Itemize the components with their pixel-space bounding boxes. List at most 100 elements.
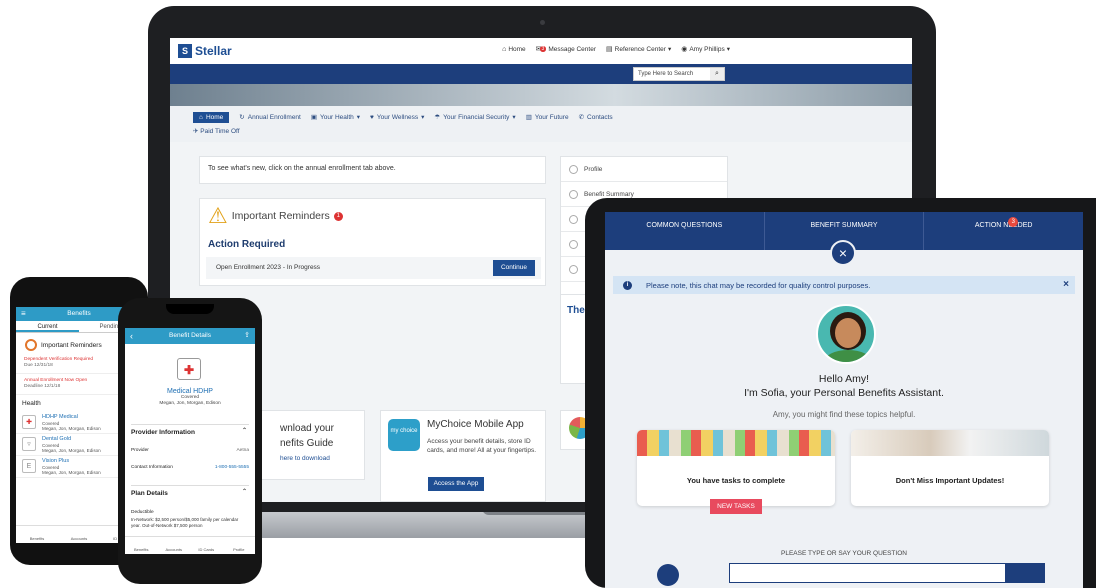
nav-your-wellness[interactable]: ♥ Your Wellness ▾ <box>370 113 424 122</box>
tab-action-needed[interactable]: ACTION NEEDED 3 <box>924 212 1083 250</box>
user-name: Amy Phillips <box>689 45 725 53</box>
search-box[interactable]: Type Here to Search ⌕ <box>633 67 725 81</box>
question-input[interactable] <box>729 563 1045 583</box>
tooth-icon: ▿ <box>22 437 36 451</box>
edit-icon <box>569 214 578 224</box>
reminder-title: Annual Enrollment Now Open <box>24 378 88 383</box>
tab-common-questions[interactable]: COMMON QUESTIONS <box>605 212 765 250</box>
plan-name: Medical HDHP <box>167 388 213 395</box>
nav-your-financial-security-label: Your Financial Security <box>443 113 510 121</box>
greeting-hello: Hello Amy! <box>818 373 870 385</box>
home-icon: ⌂ <box>199 113 203 121</box>
footer-accounts[interactable]: Accounts <box>58 526 100 543</box>
footer-benefits[interactable]: Benefits <box>125 537 158 554</box>
reference-center-link[interactable]: ▤ Reference Center ▾ <box>606 45 671 54</box>
tablet-screen: COMMON QUESTIONS BENEFIT SUMMARY ACTION … <box>605 212 1083 588</box>
message-center-link[interactable]: ✉ 3 Message Center <box>536 45 597 54</box>
reminders-card: ⚠ Important Reminders 1 Action Required … <box>199 198 546 286</box>
reference-center-label: Reference Center <box>614 45 666 53</box>
logo-icon: S <box>178 44 192 58</box>
nav-home[interactable]: ⌂ Home <box>193 111 230 123</box>
stellar-logo[interactable]: S Stellar <box>178 44 232 58</box>
recording-notice: i Please note, this chat may be recorded… <box>613 276 1075 294</box>
greeting-intro: I'm Sofia, your Personal Benefits Assist… <box>744 387 944 399</box>
plan-summary: Medical HDHP Covered Megan, Jon, Morgan,… <box>125 388 255 407</box>
nav-your-health-label: Your Health <box>320 113 354 121</box>
mychoice-app-icon: my choice <box>388 419 420 451</box>
contact-label: Contact Information <box>131 465 173 470</box>
nav-paid-time-off[interactable]: ✈ Paid Time Off <box>193 127 906 135</box>
nav-home-label: Home <box>205 113 224 121</box>
plan-details-section[interactable]: Plan Details <box>131 484 249 501</box>
footer-benefits[interactable]: Benefits <box>16 526 58 543</box>
laptop-camera <box>540 20 545 25</box>
nav-your-financial-security[interactable]: ☂ Your Financial Security ▾ <box>434 113 515 122</box>
home-icon: ⌂ <box>502 45 507 53</box>
assistant-avatar <box>816 304 876 364</box>
sticky-notes-image <box>637 430 835 456</box>
guide-download-link[interactable]: here to download <box>280 455 356 463</box>
access-app-button[interactable]: Access the App <box>428 477 484 491</box>
question-prompt: PLEASE TYPE OR SAY YOUR QUESTION <box>781 550 907 557</box>
menu-icon[interactable]: ≡ <box>21 307 26 321</box>
send-button[interactable] <box>1005 563 1045 583</box>
reminders-badge: 1 <box>333 211 343 221</box>
greeting: Hello Amy! I'm Sofia, your Personal Bene… <box>605 372 1083 400</box>
phone-notch <box>166 304 214 314</box>
footer-accounts[interactable]: Accounts <box>158 537 191 554</box>
nav-your-wellness-label: Your Wellness <box>376 113 419 121</box>
sidebar-item-profile[interactable]: Profile <box>561 157 727 182</box>
alarm-clock-icon <box>25 339 37 351</box>
file-icon <box>569 264 578 274</box>
search-input[interactable]: Type Here to Search <box>634 71 710 77</box>
footer-profile[interactable]: Profile <box>223 537 256 554</box>
nav-your-future[interactable]: ▥ Your Future <box>526 113 569 122</box>
medical-kit-icon: ✚ <box>177 358 201 380</box>
open-enrollment-row: Open Enrollment 2023 - In Progress Conti… <box>206 257 541 279</box>
bottom-tab-bar: Benefits Accounts ID Cards Profile <box>125 536 255 554</box>
warning-icon: ⚠ <box>208 203 228 228</box>
provider-info-section[interactable]: Provider Information <box>131 423 249 440</box>
nav-contacts[interactable]: ✆ Contacts <box>579 113 613 122</box>
close-icon[interactable]: × <box>830 240 856 266</box>
footer-id-cards[interactable]: ID Cards <box>190 537 223 554</box>
mobile-app-card: my choice MyChoice Mobile App Access you… <box>380 410 546 502</box>
home-link[interactable]: ⌂ Home <box>502 45 526 53</box>
reminders-header: ⚠ Important Reminders 1 <box>208 205 343 227</box>
back-arrow-icon[interactable]: ‹ <box>130 328 133 344</box>
search-bar: Type Here to Search ⌕ <box>170 64 912 84</box>
logo-text: Stellar <box>195 44 232 58</box>
nav-your-health[interactable]: ▣ Your Health ▾ <box>311 113 360 122</box>
contact-phone-link[interactable]: 1-800-555-5555 <box>215 465 249 470</box>
new-tasks-button[interactable]: NEW TASKS <box>710 499 762 514</box>
microphone-icon[interactable] <box>657 564 679 586</box>
eye-chart-icon: E <box>22 459 36 473</box>
search-icon[interactable]: ⌕ <box>710 68 724 80</box>
sidebar-item-label: Profile <box>584 165 603 173</box>
avatar-body <box>824 350 872 362</box>
tasks-card[interactable]: You have tasks to complete <box>637 430 835 506</box>
notice-close-icon[interactable]: × <box>1063 279 1069 290</box>
share-icon[interactable]: ⇪ <box>244 328 250 344</box>
updates-card[interactable]: Don't Miss Important Updates! <box>851 430 1049 506</box>
open-enrollment-text: Open Enrollment 2023 - In Progress <box>216 264 321 271</box>
benefit-details-header: ‹ Benefit Details ⇪ <box>125 328 255 344</box>
refresh-icon: ↻ <box>239 114 245 121</box>
reminders-title: Important Reminders <box>231 210 330 222</box>
tab-current[interactable]: Current <box>16 321 79 332</box>
user-menu[interactable]: ◉ Amy Phillips ▾ <box>681 45 730 54</box>
continue-button[interactable]: Continue <box>493 260 535 276</box>
plan-members: Megan, Jon, Morgan, Edison <box>42 426 101 432</box>
tab-action-needed-label: ACTION NEEDED <box>974 222 1033 229</box>
phone-right-screen: ‹ Benefit Details ⇪ ✚ Medical HDHP Cover… <box>125 328 255 554</box>
topics-subtitle: Amy, you might find these topics helpful… <box>772 410 916 419</box>
nav-annual-enrollment[interactable]: ↻ Annual Enrollment <box>239 113 301 122</box>
message-badge: 3 <box>539 46 547 52</box>
provider-label: Provider <box>131 448 149 453</box>
info-icon: i <box>623 280 632 290</box>
phone-right: ‹ Benefit Details ⇪ ✚ Medical HDHP Cover… <box>118 298 262 584</box>
message-center-label: Message Center <box>548 45 597 53</box>
mobile-app-desc: Access your benefit details, store ID ca… <box>427 438 537 454</box>
laptop-hands-image <box>851 430 1049 456</box>
profile-icon <box>569 164 578 174</box>
